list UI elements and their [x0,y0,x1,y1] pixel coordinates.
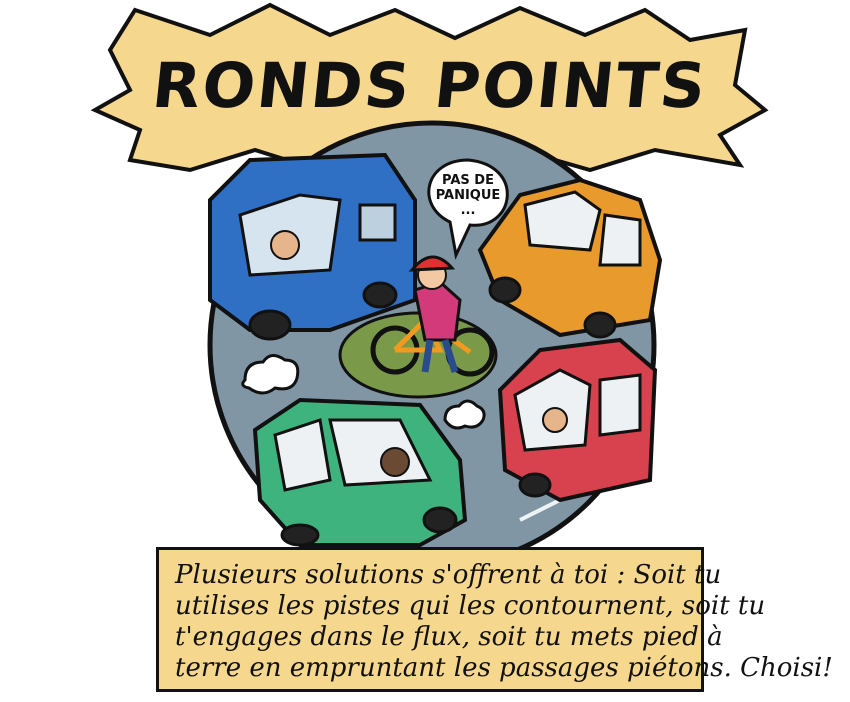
page-title: RONDS POINTS [149,48,711,122]
speech-line: PANIQUE [435,187,501,203]
blue-van [208,152,417,341]
speech-bubble-text: PAS DE PANIQUE ... [422,160,514,230]
caption-line: utilises les pistes qui les contournent,… [175,591,766,621]
speech-line: ... [460,202,476,218]
caption-box: Plusieurs solutions s'offrent à toi : So… [156,547,833,692]
speech-line: PAS DE [442,172,494,188]
green-car [252,397,468,547]
caption-line: terre en empruntant les passages piétons… [175,653,833,683]
caption-line: t'engages dans le flux, soit tu mets pie… [175,622,723,652]
caption-line: Plusieurs solutions s'offrent à toi : So… [175,560,722,590]
red-car [497,337,658,503]
